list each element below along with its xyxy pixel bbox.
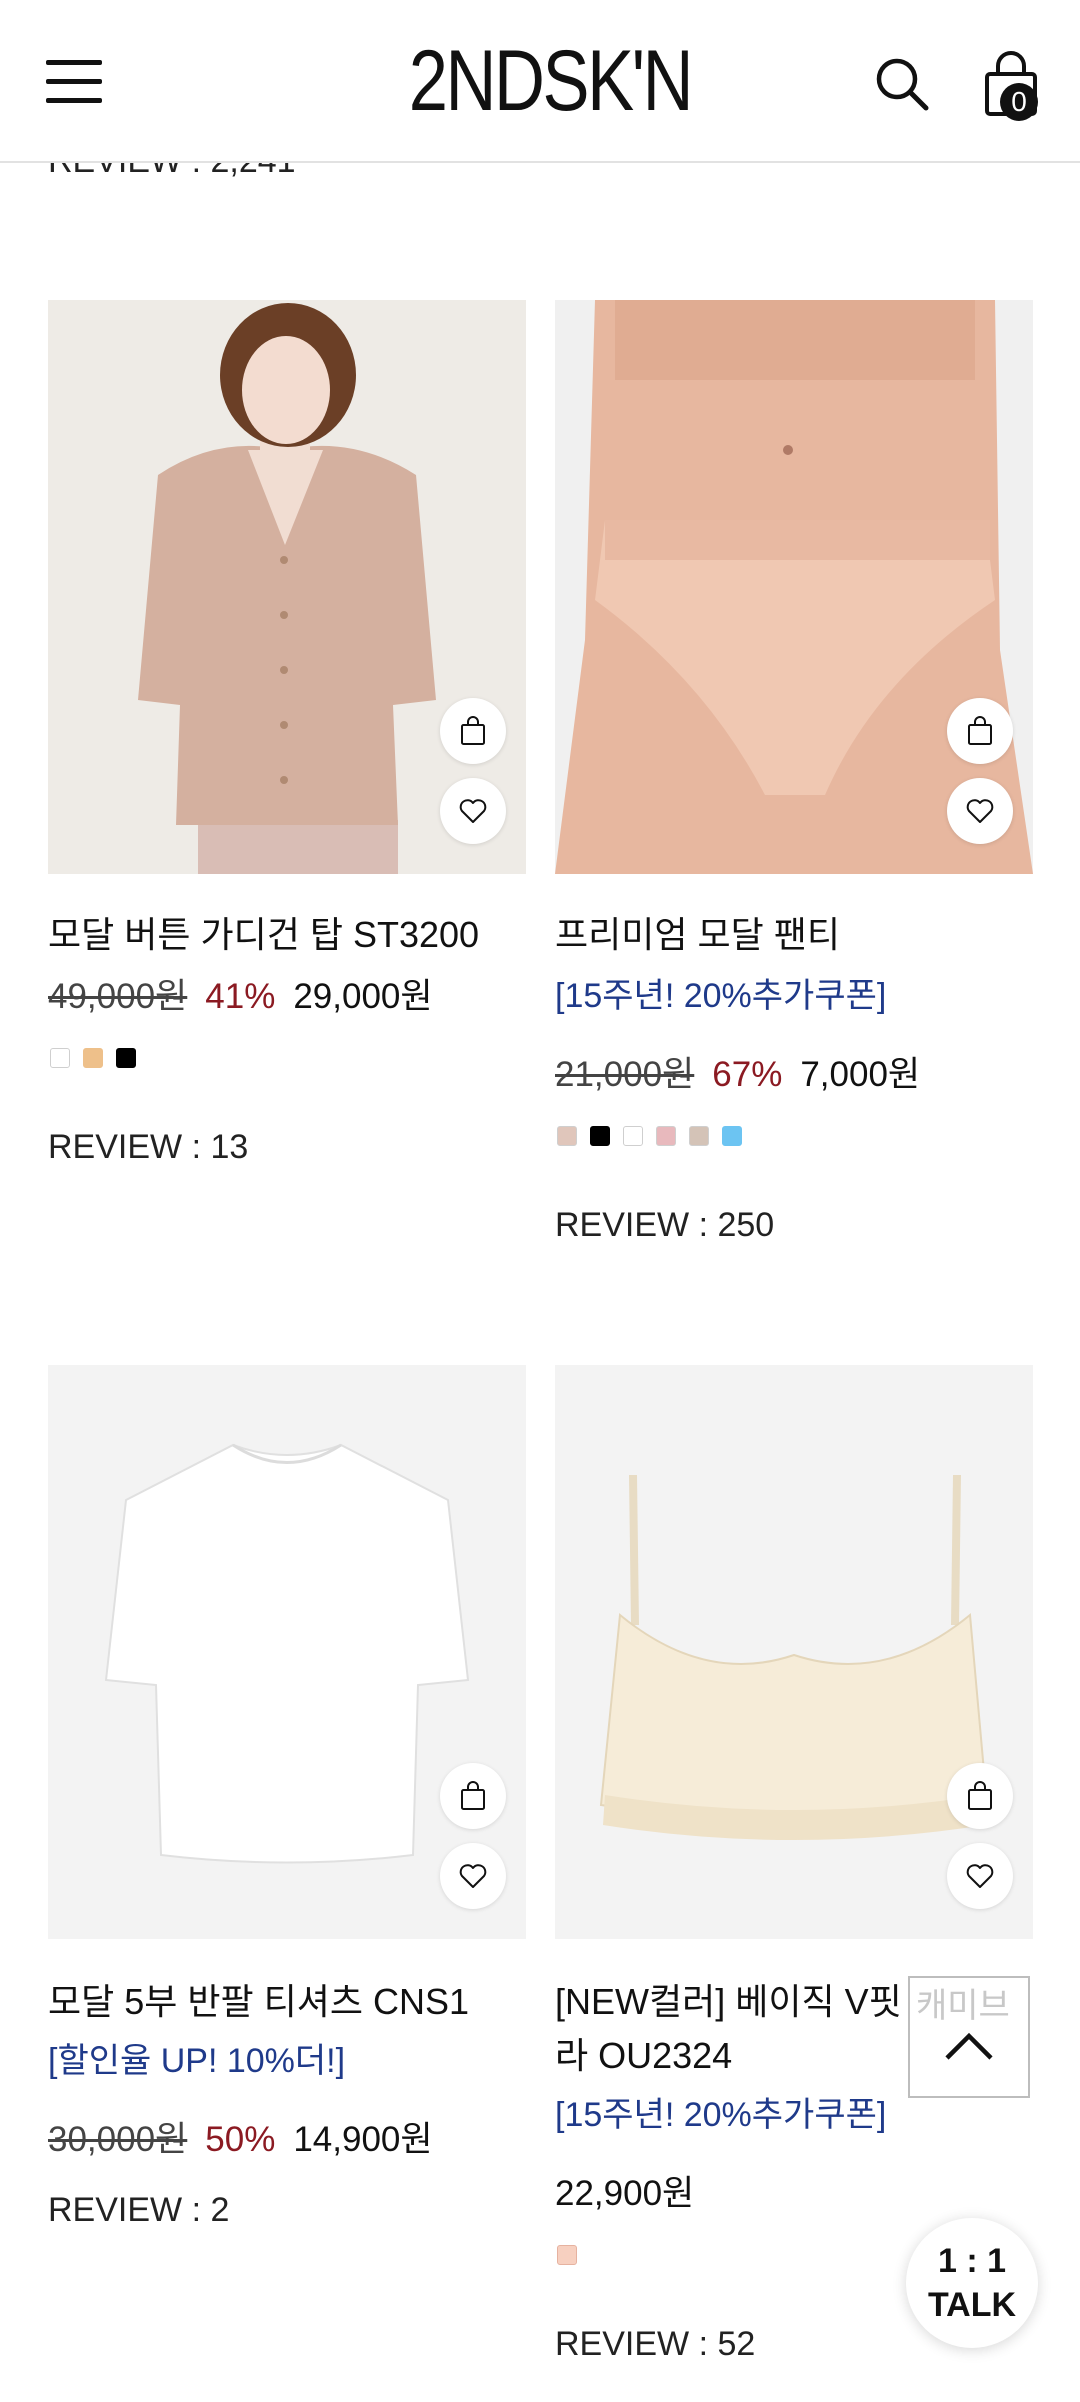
- price-line: 22,900원: [555, 2165, 694, 2216]
- color-swatch[interactable]: [722, 1126, 742, 1146]
- brand-logo[interactable]: 2NDSK'N: [409, 36, 694, 126]
- color-swatches: [50, 1048, 149, 1068]
- sale-price: 22,900원: [555, 2174, 695, 2213]
- promo-text: [할인율 UP! 10%더!]: [48, 2042, 346, 2080]
- discount-rate: 50%: [205, 2120, 276, 2159]
- color-swatch[interactable]: [116, 1048, 136, 1068]
- discount-rate: 67%: [712, 1055, 783, 1094]
- add-to-cart-button[interactable]: [947, 1763, 1013, 1829]
- color-swatch[interactable]: [50, 1048, 70, 1068]
- search-icon[interactable]: [874, 56, 930, 112]
- original-price: 30,000원: [48, 2120, 188, 2159]
- review-count: REVIEW : 13: [48, 1128, 249, 1166]
- add-to-cart-button[interactable]: [440, 698, 506, 764]
- add-to-cart-button[interactable]: [440, 1763, 506, 1829]
- product-image-cardigan[interactable]: [48, 300, 526, 874]
- original-price: 21,000원: [555, 1055, 695, 1094]
- price-line: 21,000원 67% 7,000원: [555, 1046, 920, 1097]
- chevron-up-icon: [945, 2032, 993, 2060]
- wishlist-heart-icon[interactable]: [947, 1843, 1013, 1909]
- product-image-tshirt[interactable]: [48, 1365, 526, 1939]
- product-card[interactable]: 프리미엄 모달 팬티 [15주년! 20%추가쿠폰] 21,000원 67% 7,0…: [555, 300, 1033, 1260]
- color-swatch[interactable]: [590, 1126, 610, 1146]
- wishlist-heart-icon[interactable]: [440, 778, 506, 844]
- promo-text: [15주년! 20%추가쿠폰]: [555, 2096, 887, 2134]
- one-to-one-talk-button[interactable]: 1 : 1 TALK: [906, 2218, 1038, 2348]
- site-header: 2NDSK'N 0: [0, 0, 1080, 163]
- wishlist-heart-icon[interactable]: [947, 778, 1013, 844]
- color-swatch[interactable]: [623, 1126, 643, 1146]
- original-price: 49,000원: [48, 977, 188, 1016]
- sale-price: 7,000원: [800, 1055, 921, 1094]
- price-line: 30,000원 50% 14,900원: [48, 2111, 433, 2162]
- color-swatches: [557, 2245, 590, 2265]
- scroll-to-top-button[interactable]: 캐미브: [908, 1976, 1030, 2098]
- product-image-panty[interactable]: [555, 300, 1033, 874]
- promo-text: [15주년! 20%추가쿠폰]: [555, 977, 887, 1015]
- product-name[interactable]: [NEW컬러] 베이직 V핏: [555, 1973, 902, 2025]
- add-to-cart-button[interactable]: [947, 698, 1013, 764]
- menu-icon[interactable]: [46, 60, 102, 104]
- sale-price: 29,000원: [293, 977, 433, 1016]
- color-swatch[interactable]: [557, 1126, 577, 1146]
- cart-count-badge: 0: [1000, 83, 1038, 121]
- color-swatch[interactable]: [83, 1048, 103, 1068]
- product-image-bra[interactable]: [555, 1365, 1033, 1939]
- product-name[interactable]: 모달 버튼 가디건 탑 ST3200: [48, 906, 479, 958]
- product-card[interactable]: 모달 버튼 가디건 탑 ST3200 49,000원 41% 29,000원 REV…: [48, 300, 526, 1200]
- product-card[interactable]: 모달 5부 반팔 티셔츠 CNS1 [할인율 UP! 10%더!] 30,000…: [48, 1365, 526, 2229]
- color-swatch[interactable]: [689, 1126, 709, 1146]
- top-button-overlay-text: 캐미브: [916, 1987, 1010, 2025]
- color-swatches: [557, 1126, 755, 1146]
- discount-rate: 41%: [205, 977, 276, 1016]
- product-name[interactable]: 프리미엄 모달 팬티: [555, 906, 840, 958]
- sale-price: 14,900원: [293, 2120, 433, 2159]
- product-name-line2[interactable]: 라 OU2324: [555, 2027, 732, 2079]
- color-swatch[interactable]: [557, 2245, 577, 2265]
- color-swatch[interactable]: [656, 1126, 676, 1146]
- product-name[interactable]: 모달 5부 반팔 티셔츠 CNS1: [48, 1973, 469, 2025]
- talk-label-line1: 1 : 1: [937, 2242, 1007, 2280]
- wishlist-heart-icon[interactable]: [440, 1843, 506, 1909]
- review-count: REVIEW : 52: [555, 2325, 756, 2363]
- price-line: 49,000원 41% 29,000원: [48, 968, 433, 1019]
- talk-label-line2: TALK: [927, 2286, 1017, 2324]
- review-count: REVIEW : 2: [48, 2191, 230, 2229]
- review-count: REVIEW : 250: [555, 1206, 775, 1244]
